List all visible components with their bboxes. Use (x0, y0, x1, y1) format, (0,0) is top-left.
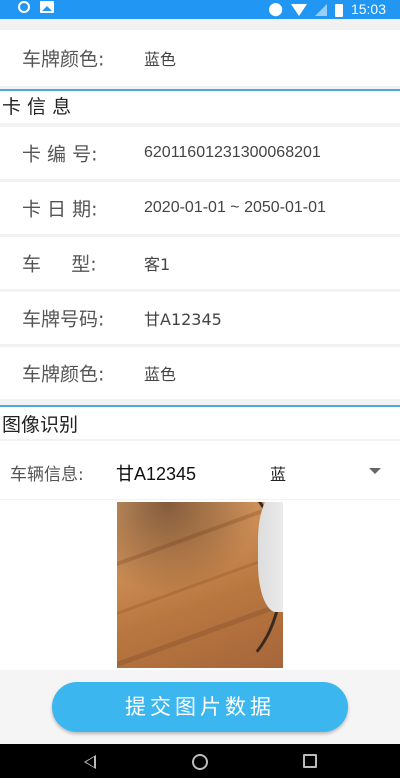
vehicle-info-row: 车辆信息: 甘A12345 蓝 (0, 441, 400, 499)
back-icon[interactable] (84, 755, 96, 769)
card-number-value: 62011601231300068201 (144, 144, 321, 161)
card-plate-color-value: 蓝色 (144, 365, 177, 384)
card-number-row: 卡 编 号: 62011601231300068201 (0, 127, 400, 179)
status-bar: ⬤ 15:03 (0, 0, 400, 19)
vehicle-type-label: 车 型: (22, 253, 97, 276)
card-date-value: 2020-01-01 ~ 2050-01-01 (144, 199, 326, 216)
image-recognition-title: 图像识别 (0, 407, 400, 439)
chevron-down-icon[interactable] (369, 468, 381, 474)
recognized-plate[interactable]: 甘A12345 (116, 460, 196, 486)
sync-icon (18, 1, 30, 13)
card-date-row: 卡 日 期: 2020-01-01 ~ 2050-01-01 (0, 182, 400, 234)
system-nav-bar (0, 744, 400, 778)
submit-image-data-button[interactable]: 提交图片数据 (52, 682, 348, 732)
captured-photo[interactable] (117, 502, 283, 668)
home-icon[interactable] (192, 754, 208, 770)
submit-area: 提交图片数据 (0, 670, 400, 744)
status-time: 15:03 (350, 1, 386, 17)
plate-number-label: 车牌号码: (22, 308, 105, 331)
location-icon: ⬤ (268, 1, 283, 16)
recent-apps-icon[interactable] (303, 754, 317, 768)
vehicle-info-label: 车辆信息: (10, 465, 84, 485)
plate-color-select[interactable]: 蓝 (270, 461, 286, 485)
card-date-label: 卡 日 期: (22, 198, 98, 221)
vehicle-type-value: 客1 (144, 255, 171, 274)
card-info-title: 卡 信 息 (0, 91, 400, 123)
plate-color-value: 蓝色 (144, 50, 177, 69)
plate-color-label: 车牌颜色: (22, 48, 105, 71)
card-number-label: 卡 编 号: (22, 143, 98, 166)
top-plate-color-row: 车牌颜色: 蓝色 (0, 30, 400, 86)
card-plate-color-row: 车牌颜色: 蓝色 (0, 347, 400, 399)
signal-icon (314, 4, 327, 16)
plate-number-value: 甘A12345 (144, 310, 222, 329)
battery-icon (334, 3, 343, 17)
vehicle-type-row: 车 型: 客1 (0, 237, 400, 289)
image-icon (40, 1, 54, 13)
photo-area (0, 500, 400, 670)
wifi-icon (290, 4, 307, 16)
plate-number-row: 车牌号码: 甘A12345 (0, 292, 400, 344)
card-plate-color-label: 车牌颜色: (22, 363, 105, 386)
